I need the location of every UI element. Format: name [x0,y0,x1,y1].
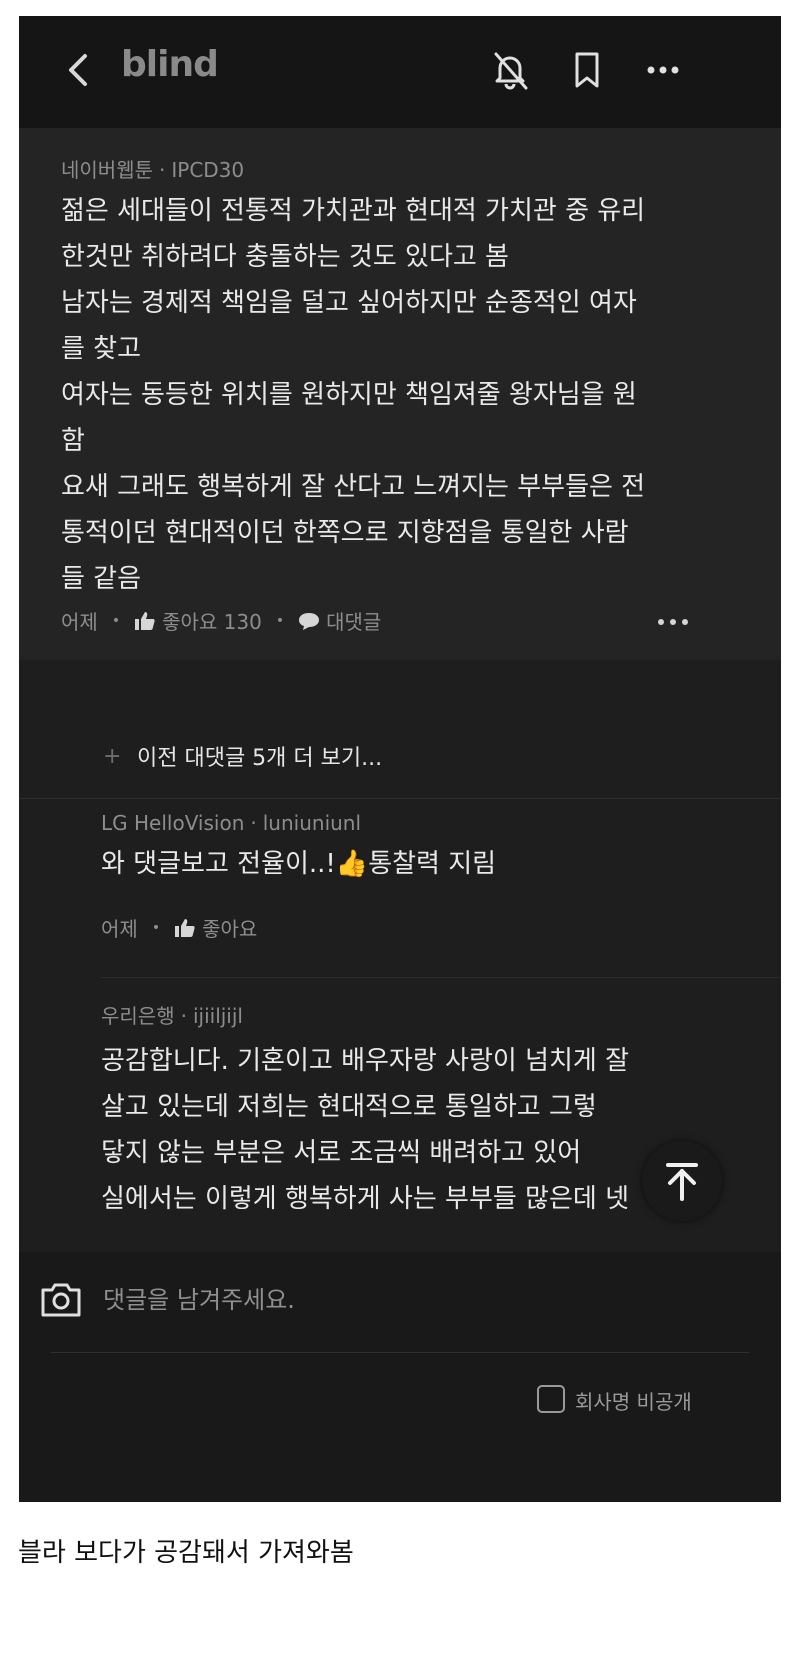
camera-icon[interactable] [39,1280,83,1320]
load-more-label: 이전 대댓글 5개 더 보기... [137,746,383,771]
comment-line: 한것만 취하려다 충돌하는 것도 있다고 봄 [61,242,509,272]
reply-time: 어제 [101,917,138,941]
bookmark-icon[interactable] [565,48,609,92]
like-button[interactable]: 좋아요 [202,913,257,942]
author-username: IPCD30 [171,158,245,182]
separator-dot: • [275,612,285,629]
author-username: luniuniunl [262,811,362,835]
top-bar: blind [19,16,781,128]
reply-item: LG HelloVision · luniuniunl 와 댓글보고 전율이..!👍… [19,799,781,977]
reply-author: 우리은행 · ijiiljijl [101,1004,243,1028]
comment-card: 네이버웹툰 · IPCD30 젊은 세대들이 전통적 가치관과 현대적 가치관 중 … [19,128,781,660]
separator-dot: • [151,919,161,936]
post-caption: 블라 보다가 공감돼서 가져와봄 [18,1538,354,1568]
author-company: 우리은행 [101,1004,175,1028]
like-button[interactable]: 좋아요 130 [162,606,262,635]
comment-line: 통적이던 현대적이던 한쪽으로 지향점을 통일한 사람 [61,518,629,548]
load-more-replies[interactable]: + 이전 대댓글 5개 더 보기... [19,710,781,799]
comment-input[interactable] [101,1276,745,1324]
speech-bubble-icon[interactable] [298,611,320,631]
comment-footer: 어제 • 좋아요 130 • 대댓글 [61,606,381,635]
more-options-icon[interactable] [641,48,685,92]
comment-line: 남자는 경제적 책임을 덜고 싶어하지만 순종적인 여자 [61,288,637,318]
comment-time: 어제 [61,610,98,634]
hide-company-checkbox[interactable] [537,1385,565,1413]
reply-line: 닿지 않는 부분은 서로 조금씩 배려하고 있어 [101,1138,582,1168]
reply-line: 공감합니다. 기혼이고 배우자랑 사랑이 넘치게 잘 [101,1046,629,1076]
back-arrow-icon[interactable] [61,50,101,90]
comment-body: 젊은 세대들이 전통적 가치관과 현대적 가치관 중 유리 한것만 취하려다 충… [61,188,645,602]
comment-line: 함 [61,426,85,456]
reply-body: 와 댓글보고 전율이..!👍통찰력 지림 [101,841,496,887]
scroll-to-top-button[interactable] [642,1141,722,1221]
thumbs-up-icon[interactable] [174,918,196,938]
input-divider [51,1352,749,1353]
author-company: 네이버웹툰 [61,158,153,182]
comment-input-bar: 회사명 비공개 [19,1252,781,1502]
thumbs-up-icon[interactable] [134,611,156,631]
app-logo: blind [121,44,219,85]
comment-author: 네이버웹툰 · IPCD30 [61,158,245,182]
reply-line: 살고 있는데 저희는 현대적으로 통일하고 그렇 [101,1092,597,1122]
comment-line: 들 같음 [61,564,142,594]
plus-icon: + [103,744,122,769]
author-username: ijiiljijl [192,1004,243,1028]
author-company: LG HelloVision [101,811,245,835]
reply-button[interactable]: 대댓글 [326,606,381,635]
arrow-up-icon [666,1163,698,1201]
reply-body: 공감합니다. 기혼이고 배우자랑 사랑이 넘치게 잘 살고 있는데 저희는 현대… [101,1038,629,1222]
comment-line: 젊은 세대들이 전통적 가치관과 현대적 가치관 중 유리 [61,196,646,226]
notification-off-icon[interactable] [488,48,532,92]
comment-line: 요새 그래도 행복하게 잘 산다고 느껴지는 부부들은 전 [61,472,646,502]
app-screen: blind 네이버웹툰 · IPCD30 젊은 세대들이 전통적 가치관과 현대적 … [19,16,781,1502]
reply-line: 실에서는 이렇게 행복하게 사는 부부들 많은데 넷 [101,1184,629,1214]
comment-line: 를 찾고 [61,334,142,364]
reply-line: 와 댓글보고 전율이..!👍통찰력 지림 [101,849,497,879]
reply-footer: 어제 • 좋아요 [101,913,257,942]
comment-more-icon[interactable] [653,612,693,632]
reply-author: LG HelloVision · luniuniunl [101,811,362,835]
hide-company-label[interactable]: 회사명 비공개 [575,1386,692,1415]
comment-line: 여자는 동등한 위치를 원하지만 책임져줄 왕자님을 원 [61,380,637,410]
separator-dot: • [111,612,121,629]
